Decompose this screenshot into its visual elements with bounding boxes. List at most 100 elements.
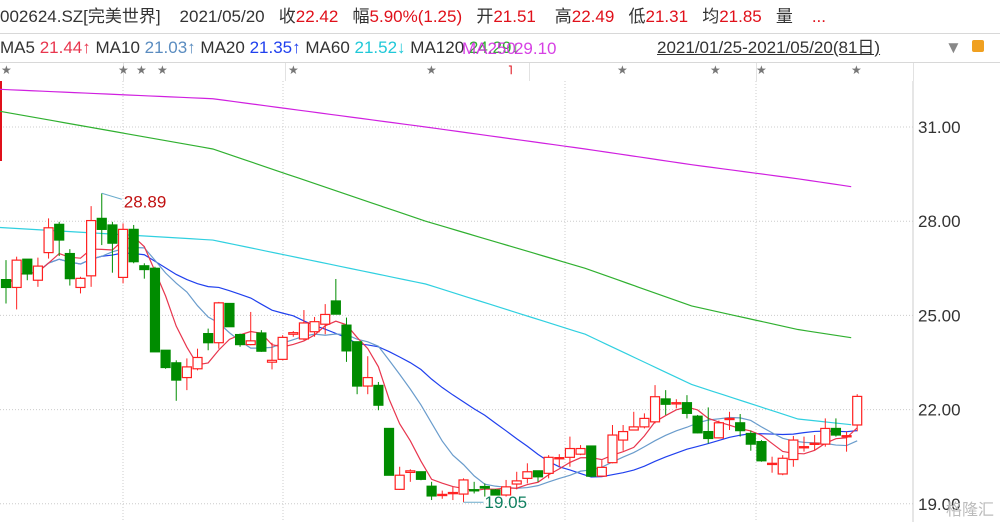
candle-down <box>735 422 746 432</box>
event-star-icon[interactable]: ★ <box>136 63 147 77</box>
row-separator <box>913 63 914 81</box>
candle-up <box>628 426 639 431</box>
event-star-icon[interactable]: ★ <box>851 63 862 77</box>
candle-up <box>86 219 97 277</box>
close-label: 收 <box>278 7 296 26</box>
candle-down <box>203 333 214 344</box>
candle-up <box>117 228 129 279</box>
candle-down <box>415 471 427 480</box>
event-star-icon[interactable]: ★ <box>710 63 721 77</box>
y-tick-label: 28.00 <box>918 212 961 231</box>
candle-down <box>128 228 139 263</box>
candle-down <box>160 349 171 369</box>
candle-up <box>713 422 724 439</box>
change-value: 5.90%(1.25) <box>369 7 463 26</box>
candle-up <box>277 336 288 360</box>
candle-down <box>256 332 267 352</box>
candle-up <box>671 402 682 405</box>
ma5-line <box>5 236 858 492</box>
candle-up <box>554 457 565 460</box>
candle-up <box>394 474 405 490</box>
ma5-label: MA5 <box>0 38 35 57</box>
low-value: 21.31 <box>645 7 689 26</box>
candle-up <box>32 265 44 281</box>
candle-down <box>692 415 703 434</box>
candle-down <box>352 341 363 387</box>
candle-down <box>383 427 395 476</box>
candle-up <box>266 359 278 363</box>
row-separator <box>285 63 286 81</box>
lock-icon[interactable] <box>972 40 984 52</box>
candle-down <box>479 485 490 489</box>
more-button[interactable]: ... <box>812 7 826 26</box>
open-label: 开 <box>476 7 494 26</box>
event-star-icon[interactable]: ★ <box>1 63 12 77</box>
candle-up <box>618 430 629 441</box>
avg-value: 21.85 <box>719 7 762 26</box>
low-label: 低 <box>628 7 646 26</box>
y-tick-label: 22.00 <box>918 401 961 420</box>
event-star-icon[interactable]: ★ <box>288 63 299 77</box>
watermark-logo: 格隆汇 <box>945 502 994 519</box>
ma5-value: 21.44↑ <box>39 38 91 57</box>
date-range-selector[interactable]: 2021/01/25-2021/05/20(81日) <box>657 34 880 62</box>
candle-down <box>341 324 352 352</box>
candle-down <box>149 267 161 353</box>
event-star-icon[interactable]: ★ <box>118 63 129 77</box>
event-flag-icon[interactable]: ˥ <box>508 63 513 77</box>
high-price-label: 28.89 <box>124 192 167 211</box>
dropdown-triangle-icon[interactable]: ▼ <box>945 34 962 62</box>
ma60-value: 21.52↓ <box>354 38 406 57</box>
candle-down <box>469 489 480 492</box>
candle-up <box>809 442 820 445</box>
candle-up <box>192 356 203 370</box>
avg-label: 均 <box>702 7 720 26</box>
event-star-icon[interactable]: ★ <box>756 63 767 77</box>
candle-down <box>703 430 714 440</box>
ma10-value: 21.03↑ <box>144 38 196 57</box>
candle-up <box>596 466 607 477</box>
candle-up <box>288 332 299 335</box>
event-star-icon[interactable]: ★ <box>617 63 628 77</box>
candle-up <box>766 462 778 466</box>
ma120-label: MA120 <box>410 38 465 57</box>
candle-up <box>447 491 458 495</box>
candle-down <box>224 302 235 328</box>
ma250-label: MA250 <box>461 39 516 58</box>
candle-up <box>798 446 810 449</box>
candle-up <box>649 396 661 423</box>
candle-up <box>437 493 448 497</box>
quote-date: 2021/05/20 <box>179 7 265 26</box>
candle-up <box>11 259 22 289</box>
candle-up <box>458 479 469 495</box>
candle-down <box>54 223 65 241</box>
event-star-icon[interactable]: ★ <box>426 63 437 77</box>
candle-up <box>724 417 735 421</box>
event-marker-row: ★ ★ ★ ★ ★ ★ ★ ★ ★ ★ ˥ <box>0 63 1000 81</box>
ma20-label: MA20 <box>200 38 245 57</box>
candle-up <box>405 470 416 473</box>
candle-down <box>171 362 182 381</box>
candle-down <box>745 432 756 445</box>
ma20-line <box>5 252 858 478</box>
candle-down <box>330 300 341 315</box>
high-label: 高 <box>554 7 572 26</box>
candle-up <box>852 395 863 426</box>
candle-up <box>841 435 852 438</box>
volume-label: 量 <box>775 7 793 26</box>
ma10-line <box>5 246 858 489</box>
close-value: 22.42 <box>295 7 339 26</box>
event-star-icon[interactable]: ★ <box>157 63 168 77</box>
candle-down <box>426 485 437 497</box>
candle-up <box>320 313 331 325</box>
candle-up <box>245 340 256 346</box>
candle-up <box>820 427 831 445</box>
candle-up <box>777 457 788 475</box>
candle-down <box>681 402 693 414</box>
candle-down <box>234 333 246 346</box>
candle-up <box>607 434 618 464</box>
stock-code: 002624.SZ[完美世界] <box>0 7 161 26</box>
ma250-value: 29.10 <box>513 39 557 58</box>
candle-up <box>788 439 799 461</box>
ma10-label: MA10 <box>95 38 140 57</box>
